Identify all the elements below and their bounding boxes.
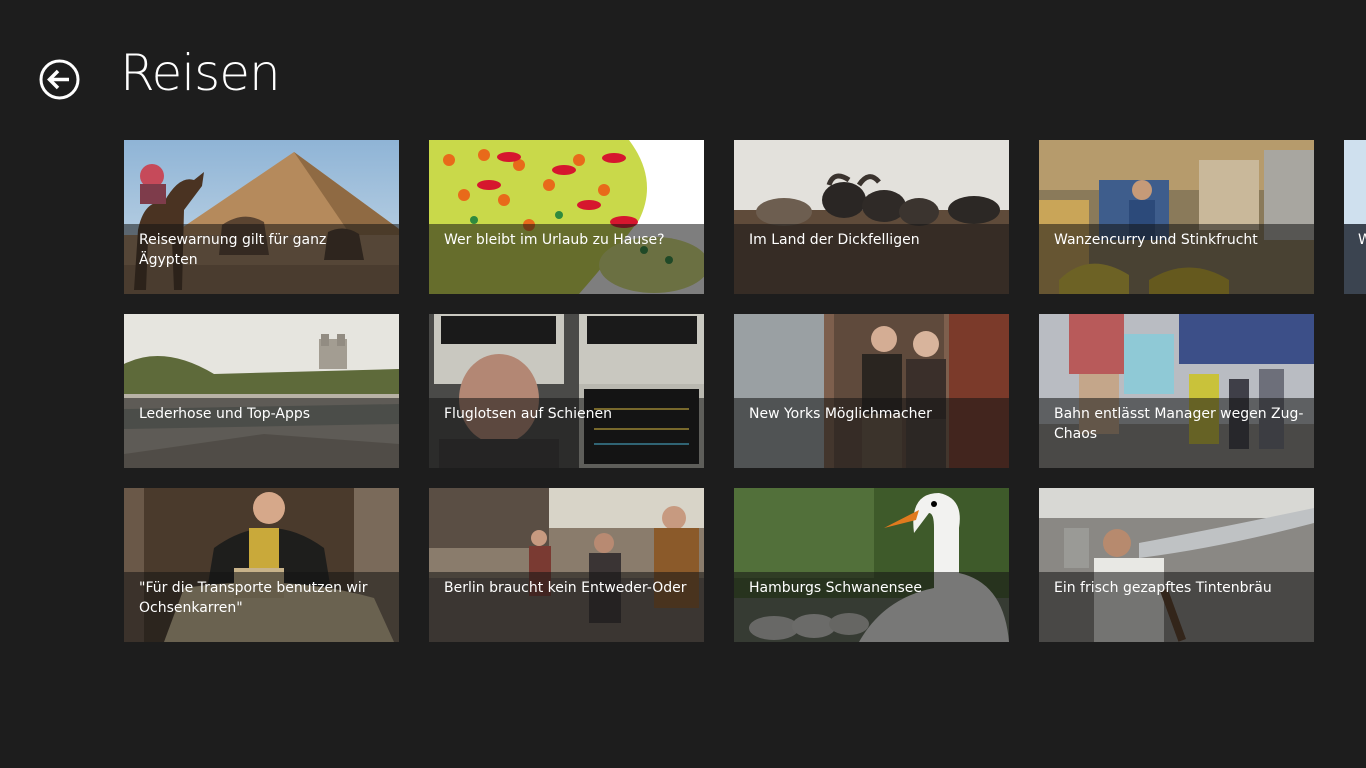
article-tile[interactable]: Reisewarnung gilt für ganz Ägypten <box>124 140 399 294</box>
article-title: "Für die Transporte benutzen wir Ochsenk… <box>139 580 368 616</box>
article-tile-partial[interactable]: W <box>1344 140 1366 294</box>
article-title: Wer bleibt im Urlaub zu Hause? <box>444 232 665 248</box>
article-title: Im Land der Dickfelligen <box>749 232 920 248</box>
article-tile[interactable]: Fluglotsen auf Schienen <box>429 314 704 468</box>
article-title: New Yorks Möglichmacher <box>749 406 932 422</box>
article-tile[interactable]: Hamburgs Schwanensee <box>734 488 1009 642</box>
article-tile[interactable]: Ein frisch gezapftes Tintenbräu <box>1039 488 1314 642</box>
article-title: Bahn entlässt Manager wegen Zug-Chaos <box>1054 406 1304 442</box>
article-title: Fluglotsen auf Schienen <box>444 406 613 422</box>
article-title: Hamburgs Schwanensee <box>749 580 923 596</box>
article-tile[interactable]: "Für die Transporte benutzen wir Ochsenk… <box>124 488 399 642</box>
article-title: Wanzencurry und Stinkfrucht <box>1054 232 1258 248</box>
article-title: Ein frisch gezapftes Tintenbräu <box>1054 580 1272 596</box>
article-tile[interactable]: Im Land der Dickfelligen <box>734 140 1009 294</box>
page-title: Reisen <box>120 44 281 102</box>
article-tile[interactable]: Wanzencurry und Stinkfrucht <box>1039 140 1314 294</box>
article-title: Reisewarnung gilt für ganz Ägypten <box>139 232 327 268</box>
back-arrow-icon <box>39 59 80 100</box>
back-button[interactable] <box>39 59 80 100</box>
article-tile[interactable]: Wer bleibt im Urlaub zu Hause? <box>429 140 704 294</box>
article-tile[interactable]: New Yorks Möglichmacher <box>734 314 1009 468</box>
article-tile[interactable]: Bahn entlässt Manager wegen Zug-Chaos <box>1039 314 1314 468</box>
article-tile[interactable]: Berlin braucht kein Entweder-Oder <box>429 488 704 642</box>
article-title: Lederhose und Top-Apps <box>139 406 311 422</box>
article-tile[interactable]: Lederhose und Top-Apps <box>124 314 399 468</box>
article-title: Berlin braucht kein Entweder-Oder <box>444 580 687 596</box>
